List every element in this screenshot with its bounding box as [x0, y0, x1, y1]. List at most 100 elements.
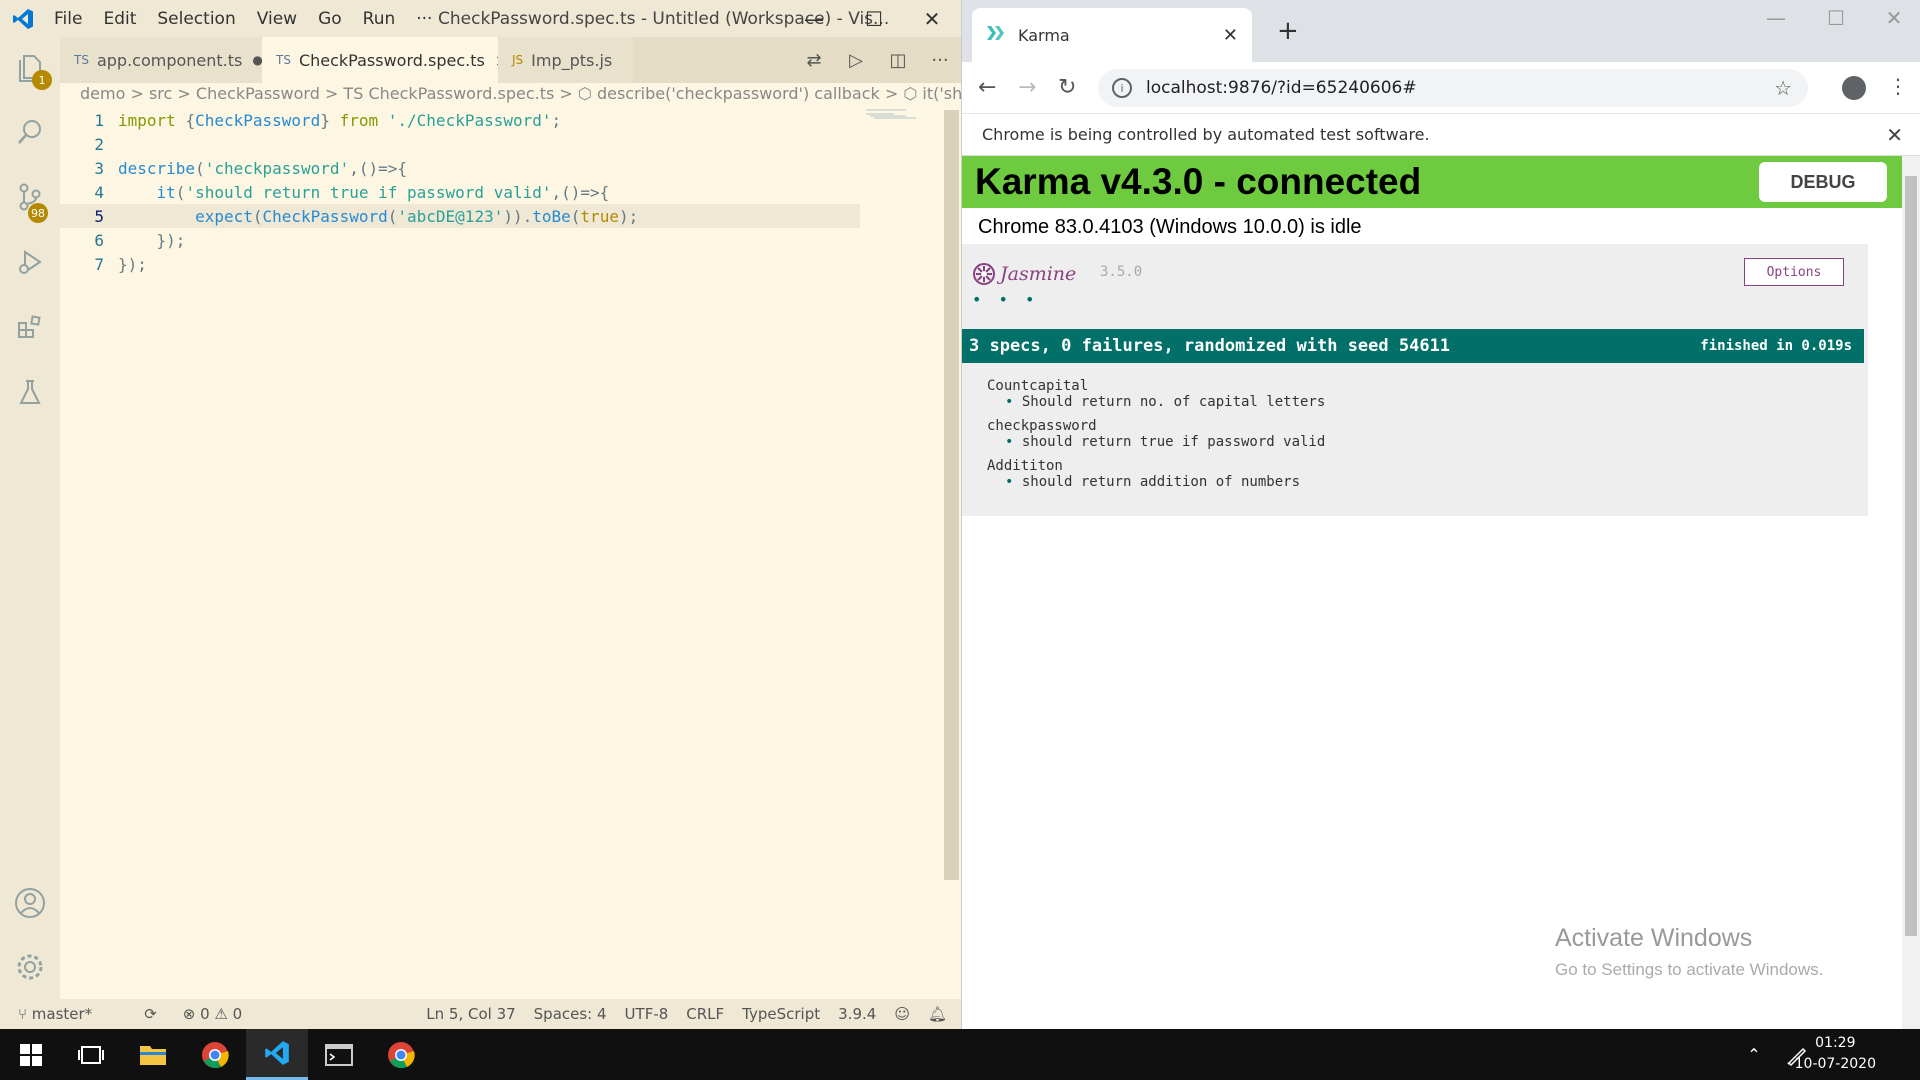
code-line[interactable]: 6 }); — [60, 228, 946, 252]
split-editor-icon[interactable]: ◫ — [877, 50, 919, 71]
back-arrow-icon[interactable]: ← — [978, 75, 996, 100]
code-line-current[interactable]: 5 expect(CheckPassword('abcDE@123')).toB… — [60, 204, 860, 228]
editor-actions: ⇄ ▷ ◫ ··· — [793, 37, 961, 83]
menu-view[interactable]: View — [257, 9, 297, 29]
file-explorer-icon[interactable] — [122, 1029, 184, 1080]
indentation[interactable]: Spaces: 4 — [534, 1005, 607, 1023]
line-number: 1 — [94, 110, 104, 130]
git-branch[interactable]: ⑂ master* — [18, 1005, 118, 1023]
spec-name[interactable]: should return addition of numbers — [987, 474, 1325, 490]
site-info-icon[interactable]: i — [1112, 78, 1132, 98]
options-button[interactable]: Options — [1744, 258, 1844, 286]
tab-imp-pts[interactable]: JS Imp_pts.js — [498, 37, 633, 83]
end-of-line[interactable]: CRLF — [686, 1005, 724, 1023]
menu-more[interactable]: ··· — [416, 9, 432, 29]
more-actions-icon[interactable]: ··· — [919, 50, 961, 71]
code-line[interactable]: 7}); — [60, 252, 946, 276]
clock-date: 10-07-2020 — [1794, 1056, 1876, 1072]
extensions-icon[interactable] — [0, 297, 60, 357]
vscode-titlebar: File Edit Selection View Go Run ··· Chec… — [0, 0, 961, 37]
automation-infobar: Chrome is being controlled by automated … — [962, 114, 1920, 156]
notifications-bell-icon[interactable]: 🔔︎ — [928, 1005, 947, 1023]
system-clock[interactable]: 01:29 10-07-2020 — [1795, 1033, 1876, 1075]
karma-title: Karma v4.3.0 - connected — [975, 161, 1422, 202]
activate-windows-watermark: Activate Windows — [1555, 924, 1753, 952]
chrome-taskbar-icon-2[interactable] — [370, 1029, 432, 1080]
start-windows-icon[interactable] — [0, 1029, 62, 1080]
tab-checkpassword-spec[interactable]: TS CheckPassword.spec.ts × — [262, 37, 508, 83]
close-button[interactable]: ✕ — [903, 0, 961, 37]
chrome-taskbar-icon[interactable] — [184, 1029, 246, 1080]
spec-results: Countcapital Should return no. of capita… — [987, 378, 1325, 498]
jasmine-name: Jasmine — [1000, 263, 1077, 285]
tab-close-icon[interactable]: ✕ — [1223, 25, 1238, 46]
browser-tab-karma[interactable]: Karma ✕ — [972, 8, 1252, 62]
new-tab-button[interactable]: + — [1277, 16, 1299, 46]
editor-scrollbar[interactable] — [944, 110, 959, 880]
suite-name[interactable]: checkpassword — [987, 418, 1325, 434]
breadcrumb[interactable]: demo > src > CheckPassword > TS CheckPas… — [80, 84, 961, 106]
finished-time: finished in 0.019s — [1700, 338, 1852, 354]
jasmine-reporter: Jasmine 3.5.0 Options • • • 3 specs, 0 f… — [962, 244, 1868, 516]
suite-item: Addititon should return addition of numb… — [987, 458, 1325, 490]
menu-go[interactable]: Go — [318, 9, 342, 29]
show-hidden-icons-chevron-icon[interactable]: ⌃ — [1734, 1029, 1774, 1080]
search-icon[interactable] — [0, 102, 60, 162]
summary-text[interactable]: 3 specs, 0 failures, randomized with see… — [969, 336, 1450, 356]
spec-name[interactable]: Should return no. of capital letters — [987, 394, 1325, 410]
forward-arrow-icon[interactable]: → — [1018, 75, 1036, 100]
code-editor[interactable]: 1 import {CheckPassword} from './CheckPas… — [60, 108, 946, 276]
problems-indicator[interactable]: ⊗ 0 ⚠ 0 — [183, 1005, 242, 1023]
debug-button[interactable]: DEBUG — [1759, 162, 1887, 202]
tab-label: CheckPassword.spec.ts — [298, 50, 485, 70]
ts-version[interactable]: 3.9.4 — [838, 1005, 876, 1023]
code-line[interactable]: 3 describe('checkpassword',()=>{ — [60, 156, 946, 180]
code-line[interactable]: 2 — [60, 132, 946, 156]
branch-name: master* — [31, 1005, 93, 1023]
terminal-taskbar-icon[interactable] — [308, 1029, 370, 1080]
bookmark-star-icon[interactable]: ☆ — [1774, 76, 1792, 100]
feedback-icon[interactable]: ☺ — [894, 1005, 910, 1023]
suite-name[interactable]: Countcapital — [987, 378, 1325, 394]
suite-name[interactable]: Addititon — [987, 458, 1325, 474]
profile-avatar-icon[interactable] — [1842, 76, 1866, 100]
page-scrollbar[interactable] — [1902, 156, 1920, 1029]
run-debug-icon[interactable] — [0, 232, 60, 292]
code-text-line-5: expect(CheckPassword('abcDE@123')).toBe(… — [195, 206, 639, 226]
settings-gear-icon[interactable] — [0, 937, 60, 997]
explorer-icon[interactable]: 1 — [0, 37, 60, 97]
language-mode[interactable]: TypeScript — [742, 1005, 820, 1023]
windows-taskbar: ⌃ 01:29 10-07-2020 — [0, 1029, 1920, 1080]
encoding[interactable]: UTF-8 — [625, 1005, 669, 1023]
accounts-icon[interactable] — [0, 873, 60, 933]
code-line[interactable]: 1 import {CheckPassword} from './CheckPas… — [60, 108, 946, 132]
code-line[interactable]: 4 it('should return true if password val… — [60, 180, 946, 204]
open-changes-icon[interactable]: ⇄ — [793, 50, 835, 71]
scrollbar-thumb[interactable] — [1905, 176, 1917, 936]
testing-icon[interactable] — [0, 362, 60, 422]
vscode-taskbar-icon[interactable] — [246, 1029, 308, 1080]
scm-badge: 98 — [28, 203, 48, 223]
js-icon: JS — [512, 53, 524, 67]
task-view-icon[interactable] — [60, 1029, 122, 1080]
chrome-close-button[interactable]: ✕ — [1866, 6, 1920, 30]
menu-run[interactable]: Run — [363, 9, 396, 29]
spec-name[interactable]: should return true if password valid — [987, 434, 1325, 450]
ts-icon: TS — [74, 53, 89, 67]
maximize-button[interactable]: ☐ — [845, 0, 903, 37]
infobar-close-icon[interactable]: ✕ — [1886, 123, 1903, 147]
tab-app-component[interactable]: TS app.component.ts ● — [60, 37, 263, 83]
cursor-position[interactable]: Ln 5, Col 37 — [426, 1005, 515, 1023]
run-file-icon[interactable]: ▷ — [835, 50, 877, 71]
chrome-maximize-button[interactable]: ☐ — [1808, 6, 1864, 30]
source-control-icon[interactable]: 98 — [0, 167, 60, 227]
sync-icon[interactable]: ⟳ — [144, 1005, 157, 1023]
chrome-minimize-button[interactable]: — — [1748, 6, 1804, 30]
menu-file[interactable]: File — [54, 9, 82, 29]
reload-icon[interactable]: ↻ — [1058, 75, 1076, 100]
menu-edit[interactable]: Edit — [103, 9, 136, 29]
minimize-button[interactable]: — — [785, 0, 843, 37]
chrome-menu-icon[interactable]: ⋮ — [1888, 74, 1908, 98]
address-bar[interactable]: i localhost:9876/?id=65240606# ☆ — [1098, 69, 1808, 107]
menu-selection[interactable]: Selection — [157, 9, 235, 29]
